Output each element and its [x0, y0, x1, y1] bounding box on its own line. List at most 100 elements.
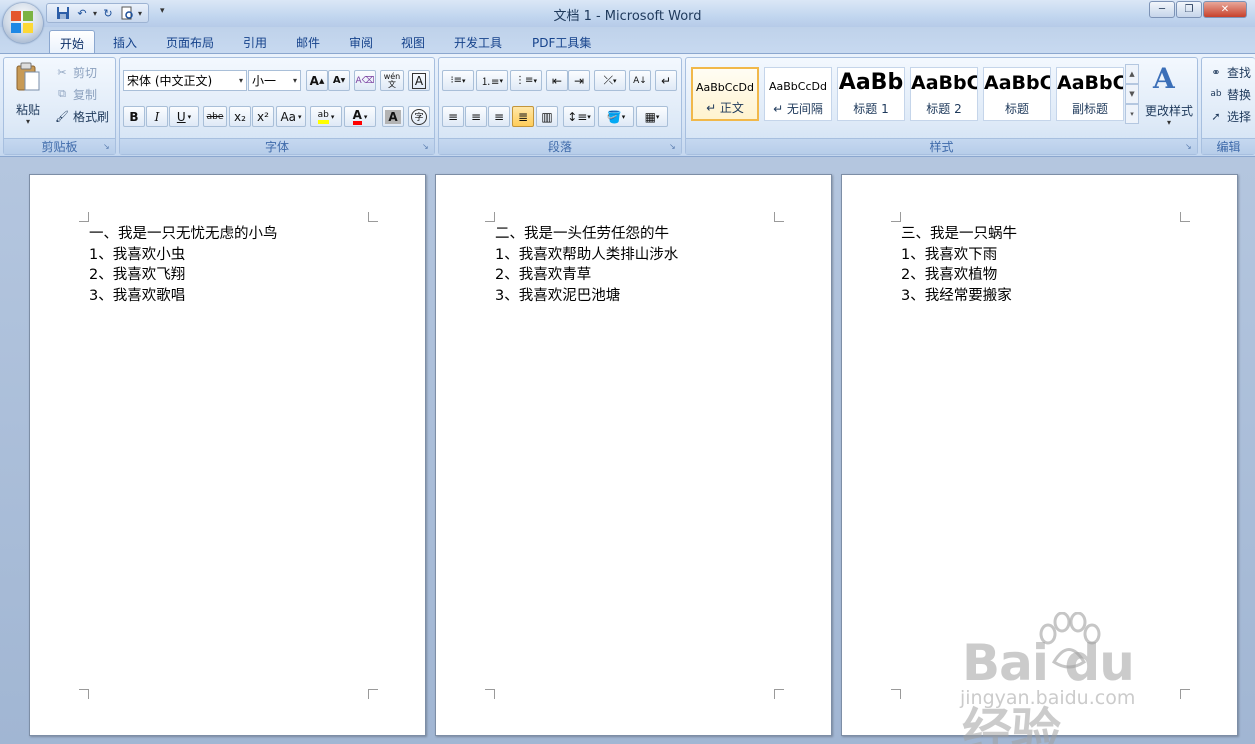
paste-label: 粘贴 — [15, 103, 40, 117]
style-normal[interactable]: AaBbCcDd ↵ 正文 — [691, 67, 759, 121]
close-icon[interactable]: ✕ — [1203, 1, 1247, 18]
list-item: 3、我喜欢歌唱 — [89, 287, 186, 304]
clear-format-button[interactable]: A⌫ — [354, 70, 376, 91]
copy-button[interactable]: ⧉ 复制 — [54, 84, 97, 104]
align-center-button[interactable]: ≡ — [465, 106, 487, 127]
format-painter-button[interactable]: 🖌 格式刷 — [54, 106, 109, 126]
distributed-icon: ▥ — [541, 109, 553, 124]
paste-button[interactable]: 粘贴 ▾ — [8, 60, 48, 132]
align-left-button[interactable]: ≡ — [442, 106, 464, 127]
justify-icon: ≣ — [517, 109, 529, 124]
pinyin-guide-button[interactable]: wén 文 — [380, 70, 404, 91]
select-button[interactable]: ➚ 选择 — [1208, 106, 1251, 126]
styles-launcher-icon[interactable]: ↘ — [1185, 142, 1194, 151]
paste-icon — [15, 62, 41, 92]
font-name-combo[interactable]: 宋体 (中文正文) ▾ — [123, 70, 247, 91]
grow-font-button[interactable]: A ▲ — [306, 70, 328, 91]
style-subtitle-name: 副标题 — [1071, 102, 1108, 116]
office-button[interactable] — [3, 3, 43, 43]
page-2-text[interactable]: 二、我是一头任劳任怨的牛 1、我喜欢帮助人类排山涉水 2、我喜欢青草 3、我喜欢… — [495, 224, 678, 306]
paragraph-launcher-icon[interactable]: ↘ — [669, 142, 678, 151]
office-logo-icon — [11, 11, 35, 35]
find-label: 查找 — [1227, 65, 1252, 80]
clipboard-launcher-icon[interactable]: ↘ — [103, 142, 112, 151]
find-button[interactable]: ⚭ 查找 — [1208, 62, 1251, 82]
style-no-spacing[interactable]: AaBbCcDd ↵ 无间隔 — [764, 67, 832, 121]
char-border-button[interactable]: A — [408, 70, 430, 91]
style-heading-2[interactable]: AaBbC 标题 2 — [910, 67, 978, 121]
pinyin-icon: wén 文 — [383, 71, 401, 89]
change-styles-button[interactable]: A 更改样式 ▾ — [1141, 60, 1197, 134]
tab-pdf-tools[interactable]: PDF工具集 — [522, 30, 601, 53]
page-2[interactable]: 二、我是一头任劳任怨的牛 1、我喜欢帮助人类排山涉水 2、我喜欢青草 3、我喜欢… — [435, 174, 832, 736]
superscript-button[interactable]: x² — [252, 106, 274, 127]
font-color-icon: A — [352, 109, 362, 125]
style-no-spacing-name: ↵ 无间隔 — [773, 102, 823, 116]
minimize-icon[interactable]: ─ — [1149, 1, 1175, 18]
style-heading-1-name: 标题 1 — [853, 102, 889, 116]
show-marks-button[interactable]: ↵ — [655, 70, 677, 91]
crop-mark — [774, 212, 784, 222]
chinese-layout-button[interactable]: ⤫ ▾ — [594, 70, 626, 91]
chevron-down-icon: ▾ — [292, 76, 297, 85]
heading-line: 一、我是一只无忧无虑的小鸟 — [89, 226, 278, 242]
list-item: 1、我喜欢帮助人类排山涉水 — [495, 246, 679, 263]
justify-button[interactable]: ≣ — [512, 106, 534, 127]
font-size-combo[interactable]: 小一 ▾ — [248, 70, 301, 91]
styles-scroll-up-icon[interactable]: ▲ — [1125, 64, 1139, 84]
subscript-button[interactable]: x₂ — [229, 106, 251, 127]
style-heading-1[interactable]: AaBb 标题 1 — [837, 67, 905, 121]
tab-page-layout[interactable]: 页面布局 — [156, 30, 224, 53]
change-styles-icon: A — [1153, 62, 1175, 95]
cut-button[interactable]: ✂ 剪切 — [54, 62, 97, 82]
cursor-arrow-icon: ➚ — [1211, 109, 1221, 123]
list-item: 1、我喜欢下雨 — [901, 246, 998, 263]
sort-button[interactable]: A↓ — [629, 70, 651, 91]
char-shading-button[interactable]: A — [382, 106, 404, 127]
align-right-button[interactable]: ≡ — [488, 106, 510, 127]
change-case-button[interactable]: Aa ▾ — [276, 106, 306, 127]
decrease-indent-button[interactable]: ⇤ — [546, 70, 568, 91]
enclose-char-icon: 字 — [411, 108, 427, 125]
shading-button[interactable]: 🪣 ▾ — [598, 106, 634, 127]
borders-button[interactable]: ▦ ▾ — [636, 106, 668, 127]
italic-button[interactable]: I — [146, 106, 168, 127]
baidu-jingyan-watermark: Bai du 经验 jingyan.baidu.com — [958, 612, 1198, 744]
enclose-char-button[interactable]: 字 — [408, 106, 430, 127]
page-1-text[interactable]: 一、我是一只无忧无虑的小鸟 1、我喜欢小虫 2、我喜欢飞翔 3、我喜欢歌唱 — [89, 224, 278, 306]
tab-developer[interactable]: 开发工具 — [444, 30, 512, 53]
style-title[interactable]: AaBbC 标题 — [983, 67, 1051, 121]
style-heading-1-sample: AaBb — [838, 70, 904, 95]
tab-view[interactable]: 视图 — [391, 30, 435, 53]
style-subtitle[interactable]: AaBbC 副标题 — [1056, 67, 1124, 121]
tab-home[interactable]: 开始 — [49, 30, 96, 53]
replace-button[interactable]: ab 替换 — [1208, 84, 1251, 104]
strikethrough-button[interactable]: abe — [203, 106, 227, 127]
underline-button[interactable]: U ▾ — [169, 106, 199, 127]
font-launcher-icon[interactable]: ↘ — [422, 142, 431, 151]
highlight-button[interactable]: ab ▾ — [310, 106, 342, 127]
line-spacing-button[interactable]: ↕≡ ▾ — [563, 106, 595, 127]
font-color-button[interactable]: A ▾ — [344, 106, 376, 127]
tab-insert[interactable]: 插入 — [103, 30, 147, 53]
distributed-button[interactable]: ▥ — [536, 106, 558, 127]
bold-button[interactable]: B — [123, 106, 145, 127]
page-3-text[interactable]: 三、我是一只蜗牛 1、我喜欢下雨 2、我喜欢植物 3、我经常要搬家 — [901, 224, 1017, 306]
increase-indent-button[interactable]: ⇥ — [568, 70, 590, 91]
crop-mark — [485, 212, 495, 222]
styles-scroll-down-icon[interactable]: ▼ — [1125, 84, 1139, 104]
numbering-button[interactable]: ⒈≡ ▾ — [476, 70, 508, 91]
tab-mailings[interactable]: 邮件 — [286, 30, 330, 53]
borders-icon: ▦ — [644, 109, 656, 124]
page-1[interactable]: 一、我是一只无忧无虑的小鸟 1、我喜欢小虫 2、我喜欢飞翔 3、我喜欢歌唱 — [29, 174, 426, 736]
style-title-name: 标题 — [1004, 102, 1029, 116]
tab-review[interactable]: 审阅 — [339, 30, 383, 53]
restore-icon[interactable]: ❐ — [1176, 1, 1202, 18]
tab-references[interactable]: 引用 — [233, 30, 277, 53]
shrink-font-button[interactable]: A ▼ — [328, 70, 350, 91]
change-case-icon: Aa — [280, 109, 297, 124]
paint-bucket-icon: 🪣 — [606, 109, 622, 124]
bullets-button[interactable]: ⁝≡ ▾ — [442, 70, 474, 91]
multilevel-list-button[interactable]: ⋮≡ ▾ — [510, 70, 542, 91]
styles-more-icon[interactable]: ▾ — [1125, 104, 1139, 124]
